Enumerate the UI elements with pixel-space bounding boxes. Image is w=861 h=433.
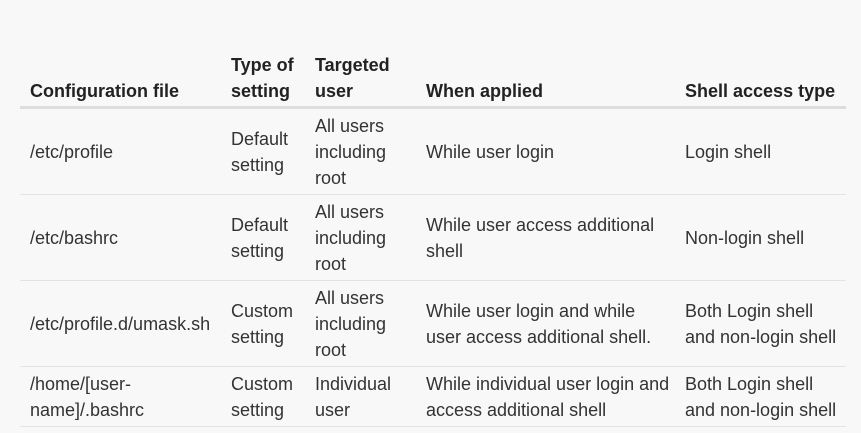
cell-setting-type: Default setting (226, 107, 309, 195)
header-type-of-setting: Type of setting (226, 14, 309, 109)
cell-shell-access-type: Both Login shell and non-login shell (679, 366, 846, 427)
cell-config-file: /etc/profile (20, 107, 226, 195)
table-header-row: Configuration file Type of setting Targe… (20, 14, 846, 109)
cell-when-applied: While user access additional shell (420, 194, 679, 281)
cell-when-applied: While user login and while user access a… (420, 280, 679, 367)
cell-shell-access-type: Both Login shell and non-login shell (679, 280, 846, 367)
cell-config-file: /etc/profile.d/umask.sh (20, 280, 226, 367)
cell-when-applied: While individual user login and access a… (420, 366, 679, 427)
config-files-table: Configuration file Type of setting Targe… (20, 14, 846, 427)
cell-targeted-user: All users including root (309, 107, 420, 195)
header-targeted-user: Targeted user (309, 14, 420, 109)
cell-config-file: /etc/bashrc (20, 194, 226, 281)
cell-shell-access-type: Non-login shell (679, 194, 846, 281)
cell-when-applied: While user login (420, 107, 679, 195)
cell-config-file: /home/[user-name]/.bashrc (20, 366, 226, 427)
header-configuration-file: Configuration file (20, 14, 226, 109)
cell-targeted-user: Individual user (309, 366, 420, 427)
config-table-container: Configuration file Type of setting Targe… (20, 14, 846, 427)
cell-setting-type: Default setting (226, 194, 309, 281)
table-row: /etc/profile Default setting All users i… (20, 107, 846, 195)
table-row: /etc/bashrc Default setting All users in… (20, 194, 846, 281)
cell-targeted-user: All users including root (309, 194, 420, 281)
cell-setting-type: Custom setting (226, 280, 309, 367)
table-row: /etc/profile.d/umask.sh Custom setting A… (20, 280, 846, 367)
cell-targeted-user: All users including root (309, 280, 420, 367)
cell-shell-access-type: Login shell (679, 107, 846, 195)
table-row: /home/[user-name]/.bashrc Custom setting… (20, 366, 846, 427)
header-when-applied: When applied (420, 14, 679, 109)
header-shell-access-type: Shell access type (679, 14, 846, 109)
cell-setting-type: Custom setting (226, 366, 309, 427)
